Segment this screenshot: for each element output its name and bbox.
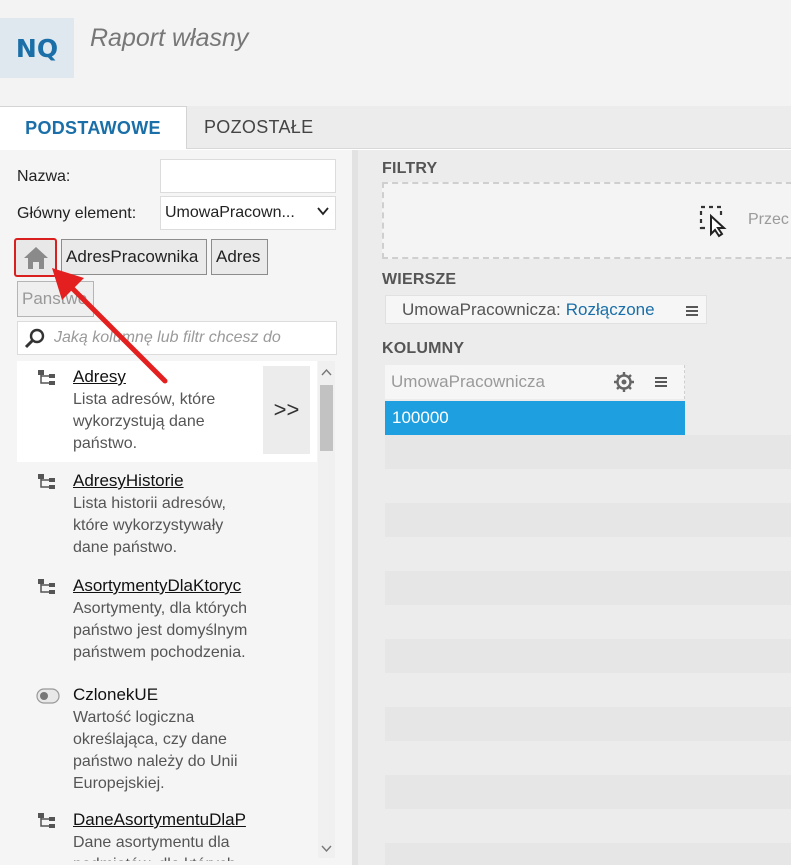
grid-row [385,639,791,673]
add-field-button[interactable]: >> [263,366,310,454]
main-element-label: Główny element: [17,205,137,222]
list-item-name: AdresyHistorie [73,471,184,490]
annotation-arrow [52,268,168,384]
row-field-mode[interactable]: Rozłączone [566,300,655,320]
result-grid [385,399,791,865]
hierarchy-icon [38,579,55,594]
list-item-desc: Asortymenty, dla których państwo jest do… [73,600,248,661]
column-header-name: UmowaPracownicza [391,372,545,391]
list-item[interactable]: AsortymentyDlaKtoryc Asortymenty, dla kt… [17,570,317,680]
filters-drop-text: Przec [748,211,789,228]
hierarchy-icon [38,474,55,489]
name-label: Nazwa: [17,168,71,185]
grid-row [385,503,791,537]
list-item[interactable]: AdresyHistorie Lista historii adresów, k… [17,465,317,570]
app-logo: NQ [0,18,74,78]
grid-row [385,571,791,605]
columns-label: KOLUMNY [382,340,465,357]
gear-icon[interactable] [613,371,635,393]
tab-pozostale[interactable]: POZOSTAŁE [190,106,327,149]
list-item-name: DaneAsortymentuDlaP [73,810,246,829]
list-item-desc: Lista historii adresów, które wykorzysty… [73,495,226,556]
list-item-name: CzlonekUE [73,685,159,704]
filters-label: FILTRY [382,160,438,177]
row-field-name: UmowaPracownicza: [402,299,561,319]
grid-row [385,707,791,741]
list-item-name: AsortymentyDlaKtoryc [73,576,242,595]
name-input[interactable] [160,159,336,193]
main-element-select[interactable]: UmowaPracown... [160,196,336,230]
breadcrumb-adres[interactable]: Adres [211,239,268,275]
grid-row [385,775,791,809]
list-item-desc: Dane asortymentu dla podmiotów, dla któr… [73,834,236,861]
scroll-up-icon[interactable] [321,367,332,378]
rows-label: WIERSZE [382,271,457,288]
scroll-down-icon[interactable] [321,843,332,854]
list-item-desc: Lista adresów, które wykorzystują dane p… [73,391,216,452]
list-item-desc: Wartość logiczna określająca, czy dane p… [73,709,238,792]
row-field-chip[interactable]: UmowaPracownicza: Rozłączone [385,295,707,324]
list-item[interactable]: DaneAsortymentuDlaP Dane asortymentu dla… [17,804,317,861]
grid-row [385,843,791,865]
tab-bar: PODSTAWOWE POZOSTAŁE [0,106,791,149]
menu-icon[interactable] [686,306,698,316]
selected-cell[interactable]: 100000 [385,401,685,435]
main-element-value: UmowaPracown... [165,204,295,221]
scrollbar-thumb[interactable] [320,385,333,451]
toggle-icon [36,688,60,704]
menu-icon[interactable] [655,377,667,387]
app-header: NQ Raport własny [0,0,791,106]
hierarchy-icon [38,813,55,828]
list-item[interactable]: CzlonekUE Wartość logiczna określająca, … [17,679,317,809]
list-scrollbar[interactable] [318,361,335,858]
grid-row [385,435,791,469]
page-title: Raport własny [90,24,249,52]
chevron-down-icon [317,207,329,216]
tab-podstawowe[interactable]: PODSTAWOWE [0,106,187,149]
drag-select-icon [699,205,727,238]
column-header[interactable]: UmowaPracownicza [385,365,685,399]
